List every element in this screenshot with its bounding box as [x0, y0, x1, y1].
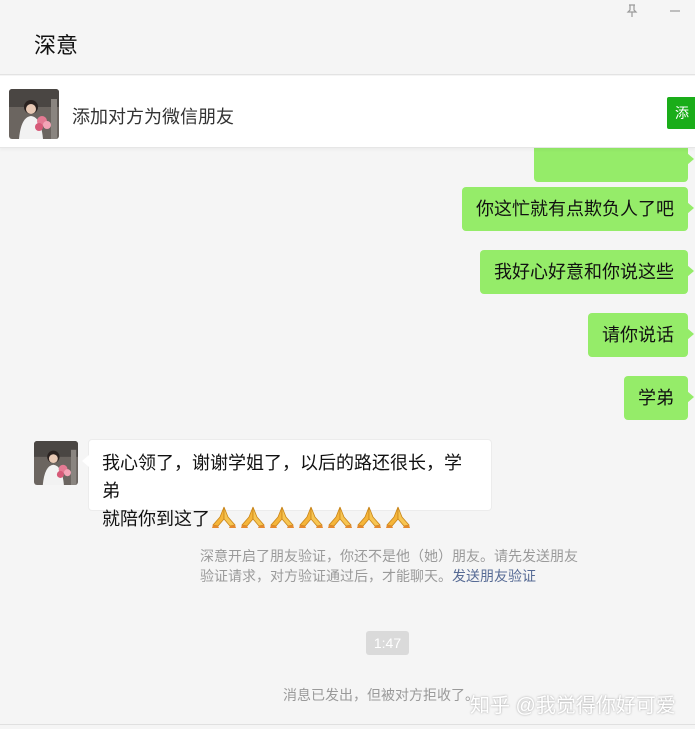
title-bar: 深意: [0, 0, 695, 75]
rejected-status-text: 消息已发出，但被对方拒收了。: [283, 687, 479, 703]
send-verification-link[interactable]: 发送朋友验证: [452, 568, 536, 584]
pray-hands-icon: [268, 505, 296, 529]
sent-message-bubble: 请你说话: [588, 313, 694, 357]
received-message-line-2: 就陪你到这了: [102, 505, 479, 533]
sent-message-bubble: 我好心好意和你说这些: [480, 250, 694, 294]
pray-hands-icon: [239, 505, 267, 529]
avatar[interactable]: [9, 89, 59, 139]
pray-hands-icon: [297, 505, 325, 529]
sent-message-bubble: 你这忙就有点欺负人了吧: [462, 187, 694, 231]
timestamp: 1:47: [366, 631, 409, 655]
emoji-row: [210, 506, 413, 529]
contact-avatar[interactable]: [34, 441, 78, 485]
received-message-line: 我心领了，谢谢学姐了，以后的路还很长，学弟: [102, 453, 462, 501]
received-message-bubble: 我心领了，谢谢学姐了，以后的路还很长，学弟 就陪你到这了: [82, 439, 492, 529]
minimize-icon[interactable]: [665, 4, 685, 24]
pray-hands-icon: [326, 505, 354, 529]
add-friend-text: 添加对方为微信朋友: [72, 107, 234, 127]
add-friend-bar: 添加对方为微信朋友 添: [0, 76, 695, 148]
received-message-text: 就陪你到这了: [102, 509, 210, 529]
pray-hands-icon: [384, 505, 412, 529]
watermark: 知乎 @我觉得你好可爱: [470, 695, 676, 717]
pray-hands-icon: [210, 505, 238, 529]
chat-area: 我你我我我我我 你这忙就有点欺负人了吧 我好心好意和你说这些 请你说话 学弟 我…: [0, 148, 695, 729]
sent-message-bubble: 学弟: [624, 376, 694, 420]
pray-hands-icon: [355, 505, 383, 529]
add-friend-button[interactable]: 添: [667, 97, 695, 129]
pin-icon[interactable]: [622, 4, 642, 24]
divider: [0, 724, 695, 725]
message-bubble-partial: 我你我我我我我: [534, 148, 694, 182]
system-notice: 深意开启了朋友验证，你还不是他（她）朋友。请先发送朋友验证请求，对方验证通过后，…: [200, 546, 585, 586]
chat-title: 深意: [34, 33, 79, 58]
